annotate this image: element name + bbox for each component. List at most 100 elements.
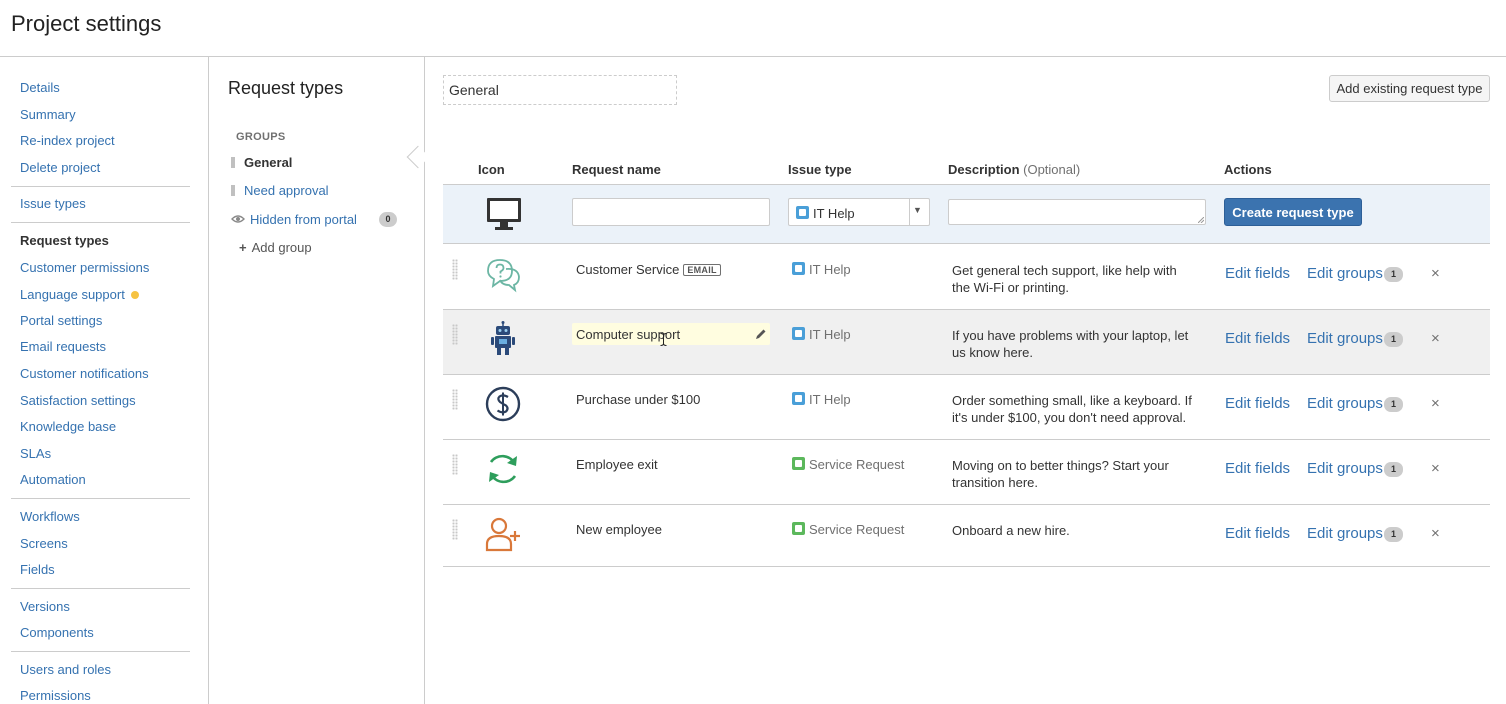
column-header-icon: Icon [478, 162, 505, 177]
nav-item-fields[interactable]: Fields [20, 562, 55, 577]
nav-item-email-requests[interactable]: Email requests [20, 339, 106, 354]
nav-item-details[interactable]: Details [20, 80, 60, 95]
service-request-icon [792, 522, 805, 535]
email-badge: EMAIL [683, 264, 721, 276]
nav-item-language-support[interactable]: Language support [20, 287, 139, 302]
edit-fields-link[interactable]: Edit fields [1225, 460, 1290, 477]
request-description[interactable]: If you have problems with your laptop, l… [952, 327, 1197, 361]
nav-item-components[interactable]: Components [20, 625, 94, 640]
nav-item-knowledge-base[interactable]: Knowledge base [20, 419, 116, 434]
add-group-button[interactable]: + Add group [239, 240, 312, 255]
issue-type: Service Request [792, 522, 904, 537]
drag-handle-icon[interactable] [452, 259, 458, 280]
issue-type-label: IT Help [809, 327, 851, 342]
request-name[interactable]: Employee exit [576, 457, 658, 472]
it-help-icon [792, 327, 805, 340]
request-description[interactable]: Moving on to better things? Start your t… [952, 457, 1197, 491]
nav-item-workflows[interactable]: Workflows [20, 509, 80, 524]
issue-type: IT Help [792, 392, 851, 407]
group-item-general[interactable]: General [231, 155, 292, 170]
chevron-down-icon[interactable]: ▼ [913, 205, 922, 215]
create-request-type-button[interactable]: Create request type [1224, 198, 1362, 226]
edit-fields-link[interactable]: Edit fields [1225, 330, 1290, 347]
request-description[interactable]: Order something small, like a keyboard. … [952, 392, 1197, 426]
nav-item-slas[interactable]: SLAs [20, 446, 51, 461]
text-cursor-icon [660, 333, 667, 346]
refresh-arrows-icon[interactable] [484, 450, 522, 488]
nav-item-customer-permissions[interactable]: Customer permissions [20, 260, 149, 275]
dollar-icon[interactable] [484, 385, 522, 423]
drag-handle-icon[interactable] [231, 185, 235, 196]
drag-handle-icon[interactable] [452, 519, 458, 540]
it-help-icon [796, 206, 809, 219]
request-name-input[interactable] [572, 198, 770, 226]
select-separator [909, 199, 910, 225]
column-header-description: Description (Optional) [948, 162, 1080, 177]
delete-icon[interactable]: × [1431, 395, 1440, 412]
nav-item-summary[interactable]: Summary [20, 107, 76, 122]
groups-count-badge: 1 [1384, 267, 1403, 282]
nav-item-users-and-roles[interactable]: Users and roles [20, 662, 111, 677]
it-help-icon [792, 392, 805, 405]
nav-item-customer-notifications[interactable]: Customer notifications [20, 366, 149, 381]
service-request-icon [792, 457, 805, 470]
add-person-icon[interactable] [484, 515, 522, 553]
request-name[interactable]: Purchase under $100 [576, 392, 700, 407]
add-existing-request-type-button[interactable]: Add existing request type [1329, 75, 1490, 102]
table-row: Purchase under $100 IT Help Order someth… [443, 375, 1490, 440]
edit-groups-link[interactable]: Edit groups [1307, 330, 1383, 347]
edit-fields-link[interactable]: Edit fields [1225, 395, 1290, 412]
delete-icon[interactable]: × [1431, 460, 1440, 477]
nav-item-delete-project[interactable]: Delete project [20, 160, 100, 175]
issue-type-label: Service Request [809, 522, 905, 537]
drag-handle-icon[interactable] [452, 389, 458, 410]
table-row: Employee exit Service Request Moving on … [443, 440, 1490, 505]
drag-handle-icon[interactable] [452, 454, 458, 475]
nav-item-reindex-project[interactable]: Re-index project [20, 133, 115, 148]
edit-groups-link[interactable]: Edit groups [1307, 525, 1383, 542]
nav-item-label: Language support [20, 287, 125, 302]
drag-handle-icon[interactable] [452, 324, 458, 345]
pencil-icon[interactable] [755, 328, 767, 340]
delete-icon[interactable]: × [1431, 265, 1440, 282]
nav-item-permissions[interactable]: Permissions [20, 688, 91, 703]
plus-icon: + [239, 240, 247, 255]
selection-pointer [406, 145, 430, 169]
delete-icon[interactable]: × [1431, 330, 1440, 347]
issue-type-label: IT Help [809, 262, 851, 277]
group-item-hidden-from-portal[interactable]: Hidden from portal [231, 212, 357, 227]
group-item-need-approval[interactable]: Need approval [231, 183, 329, 198]
delete-icon[interactable]: × [1431, 525, 1440, 542]
edit-groups-link[interactable]: Edit groups [1307, 395, 1383, 412]
edit-groups-link[interactable]: Edit groups [1307, 460, 1383, 477]
groups-heading: GROUPS [236, 131, 286, 143]
table-row: New employee Service Request Onboard a n… [443, 505, 1490, 567]
request-name[interactable]: Customer Service EMAIL [576, 262, 721, 277]
issue-type-select[interactable]: IT Help ▼ [788, 198, 930, 226]
nav-item-request-types[interactable]: Request types [20, 233, 109, 248]
hidden-count-badge: 0 [379, 212, 397, 227]
nav-item-portal-settings[interactable]: Portal settings [20, 313, 102, 328]
edit-fields-link[interactable]: Edit fields [1225, 525, 1290, 542]
description-textarea[interactable] [948, 199, 1206, 225]
nav-divider [11, 588, 190, 589]
edit-groups-link[interactable]: Edit groups [1307, 265, 1383, 282]
issue-type: Service Request [792, 457, 904, 472]
nav-item-automation[interactable]: Automation [20, 472, 86, 487]
nav-item-screens[interactable]: Screens [20, 536, 68, 551]
robot-icon[interactable] [484, 320, 522, 358]
request-description[interactable]: Onboard a new hire. [952, 522, 1197, 539]
question-chat-icon[interactable] [484, 255, 522, 293]
nav-item-satisfaction-settings[interactable]: Satisfaction settings [20, 393, 136, 408]
resize-grip-icon[interactable] [1198, 217, 1204, 223]
request-name[interactable]: New employee [576, 522, 662, 537]
nav-item-issue-types[interactable]: Issue types [20, 196, 86, 211]
request-description[interactable]: Get general tech support, like help with… [952, 262, 1197, 296]
groups-count-badge: 1 [1384, 397, 1403, 412]
monitor-icon[interactable] [484, 196, 524, 232]
group-name-field[interactable]: General [443, 75, 677, 105]
drag-handle-icon[interactable] [231, 157, 235, 168]
nav-item-versions[interactable]: Versions [20, 599, 70, 614]
column-header-issue-type: Issue type [788, 162, 852, 177]
edit-fields-link[interactable]: Edit fields [1225, 265, 1290, 282]
